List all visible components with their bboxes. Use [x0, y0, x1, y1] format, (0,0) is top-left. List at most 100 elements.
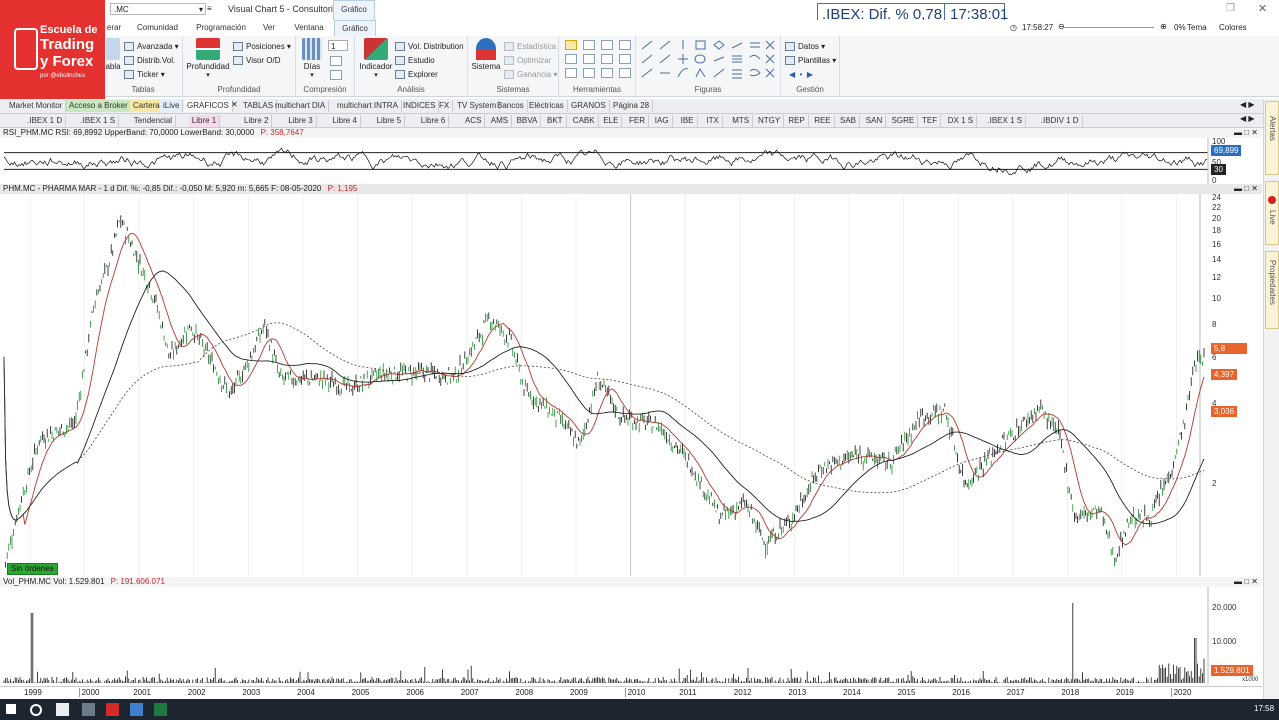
panel-tool-icon[interactable] [565, 68, 577, 78]
ribbon-tab-comunidad[interactable]: Comunidad [130, 20, 185, 36]
menu-arrow-icon[interactable]: ≡ [207, 4, 212, 13]
sheet-tab-fx[interactable]: FX [436, 100, 454, 112]
draw-tool-icon[interactable] [619, 68, 631, 78]
ribbon-tab-operar[interactable]: erar [104, 20, 124, 36]
volume-chart[interactable] [0, 587, 1262, 685]
estudio-button[interactable]: Estudio [395, 54, 435, 67]
window-tool-icon[interactable] [601, 40, 613, 50]
ribbon-tab-programacion[interactable]: Programación [190, 20, 252, 36]
sheet-tab-multichart-dia[interactable]: multichart DIA [272, 100, 330, 112]
sheet-tab-indices[interactable]: INDICES [400, 100, 440, 112]
distrib-vol-button[interactable]: Distrib.Vol. [124, 54, 175, 67]
ribbon-tab-ventana[interactable]: Ventana [288, 20, 330, 36]
crosshair-tool-icon[interactable] [583, 40, 595, 50]
symbol-tab-sab[interactable]: SAB [837, 115, 861, 127]
close-icon[interactable]: ✕ [1258, 2, 1267, 15]
panel-controls-icon[interactable]: ▬ □ ✕ [1234, 577, 1258, 587]
symbol-tab-libre-1[interactable]: Libre 1 [188, 115, 221, 127]
colores-menu[interactable]: Colores [1219, 23, 1247, 32]
figures-icons[interactable] [640, 39, 776, 81]
context-tab-grafico[interactable]: Gráfico [333, 0, 375, 21]
symbol-tab--ibex-1-s[interactable]: .IBEX 1 S [984, 115, 1027, 127]
sheet-tab-cartera[interactable]: Cartera [130, 100, 164, 112]
sheet-tab-market-monitor[interactable]: Market Monitor [6, 100, 67, 112]
sheet-tab-acceso-a-broker[interactable]: Acceso a Broker [66, 100, 132, 112]
tools-app-icon[interactable] [82, 703, 95, 716]
symbol-tab-ams[interactable]: AMS [488, 115, 513, 127]
sheet-tab-el-ctricas[interactable]: Eléctricas [526, 100, 568, 112]
panel-controls-icon[interactable]: ▬ □ ✕ [1234, 184, 1258, 194]
search-icon[interactable] [30, 704, 42, 716]
symbol-tab-itx[interactable]: ITX [703, 115, 723, 127]
indicador-button[interactable]: Indicador ▾ [357, 38, 395, 79]
sheet-tab-ilive[interactable]: iLive [160, 100, 184, 112]
cursor-type-icon[interactable] [330, 70, 342, 80]
datos-button[interactable]: Datos ▾ [785, 40, 825, 53]
symbol-tab-dx-1-s[interactable]: DX 1 S [945, 115, 978, 127]
ganancia-button[interactable]: Ganancia ▾ [504, 68, 558, 81]
symbol-combobox[interactable]: .MC ▾ [110, 3, 206, 15]
excel-app-icon[interactable] [154, 703, 167, 716]
symbol-tab-acs[interactable]: ACS [462, 115, 486, 127]
symbol-tab--ibex-1-s[interactable]: .IBEX 1 S [77, 115, 120, 127]
symbol-tab-fer[interactable]: FER [626, 115, 649, 127]
symbol-tab-libre-5[interactable]: Libre 5 [374, 115, 406, 127]
zoom-slider[interactable] [1064, 27, 1154, 28]
symbol-tab-libre-2[interactable]: Libre 2 [241, 115, 273, 127]
text-tool-icon[interactable] [601, 54, 613, 64]
symbol-tab-san[interactable]: SAN [863, 115, 887, 127]
symbol-tab-libre-6[interactable]: Libre 6 [418, 115, 450, 127]
symbol-tab-tef[interactable]: TEF [919, 115, 942, 127]
sidebar-tab-alertas[interactable]: Alertas [1265, 101, 1279, 175]
zoom-out-icon[interactable]: ⊖ [1058, 22, 1065, 31]
acrobat-app-icon[interactable] [106, 703, 119, 716]
posiciones-button[interactable]: Posiciones ▾ [233, 40, 291, 53]
compression-value-input[interactable]: 1 [328, 40, 348, 51]
arrow-left-icon[interactable]: ◀ [789, 70, 795, 79]
optimizar-button[interactable]: Optimizar [504, 54, 551, 67]
vol-distribution-button[interactable]: Vol. Distribution [395, 40, 464, 53]
plantillas-button[interactable]: Plantillas ▾ [785, 54, 836, 67]
close-tab-icon[interactable]: ✕ [231, 100, 238, 109]
scale-tool-icon[interactable] [583, 54, 595, 64]
zoom-in-icon[interactable]: ⊕ [1160, 22, 1167, 31]
symbol-tab--ibdiv-1-d[interactable]: .IBDIV 1 D [1038, 115, 1083, 127]
symbol-tab-sgre[interactable]: SGRE [889, 115, 919, 127]
pointer-tool-icon[interactable] [565, 40, 577, 50]
ribbon-tab-grafico[interactable]: Gráfico [334, 20, 376, 37]
symbol-tab-ntgy[interactable]: NTGY [755, 115, 785, 127]
symbol-tab-iag[interactable]: IAG [652, 115, 673, 127]
avanzada-button[interactable]: Avanzada ▾ [124, 40, 179, 53]
panel-controls-icon[interactable]: ▬ □ ✕ [1234, 128, 1258, 138]
nav-arrows[interactable]: ◀ • ▶ [789, 68, 813, 81]
magnet-tool-icon[interactable] [619, 54, 631, 64]
tabla-button[interactable]: abla [104, 38, 122, 71]
symbol-tab-rep[interactable]: REP [785, 115, 809, 127]
symbol-tab-ree[interactable]: REE [811, 115, 835, 127]
sidebar-tab-live[interactable]: Live [1265, 181, 1279, 245]
symbol-tab-bbva[interactable]: BBVA [514, 115, 542, 127]
delete-tool-icon[interactable] [601, 68, 613, 78]
sheet-tab-multichart-intra[interactable]: multichart INTRA [334, 100, 402, 112]
symbol-tab-bkt[interactable]: BKT [544, 115, 567, 127]
zoom-tool-icon[interactable] [619, 40, 631, 50]
sidebar-tab-propiedades[interactable]: Propiedades [1265, 251, 1279, 329]
symbol-tab-tendencial[interactable]: Tendencial [131, 115, 177, 127]
estadistica-button[interactable]: Estadística [504, 40, 556, 53]
sheet-tab-p-gina-28[interactable]: Página 28 [610, 100, 654, 112]
rsi-chart[interactable] [0, 138, 1262, 184]
profundidad-button[interactable]: Profundidad ▾ [185, 38, 231, 79]
sistema-button[interactable]: Sistema [470, 38, 502, 71]
ribbon-tab-ver[interactable]: Ver [256, 20, 282, 36]
restore-icon[interactable]: ❐ [1226, 3, 1235, 14]
ticker-button[interactable]: Ticker ▾ [124, 68, 165, 81]
symbol-tab-mts[interactable]: MTS [729, 115, 754, 127]
symbol-tab--ibex-1-d[interactable]: .IBEX 1 D [24, 115, 67, 127]
symbol-scroll-arrows[interactable]: ◀ ▶ [1240, 114, 1255, 123]
symbol-tab-cabk[interactable]: CABK [570, 115, 599, 127]
sheet-tab-bancos[interactable]: Bancos [494, 100, 528, 112]
visualchart-app-icon[interactable] [130, 703, 143, 716]
price-chart[interactable] [0, 194, 1262, 576]
grid-tool-icon[interactable] [565, 54, 577, 64]
symbol-tab-ibe[interactable]: IBE [678, 115, 698, 127]
